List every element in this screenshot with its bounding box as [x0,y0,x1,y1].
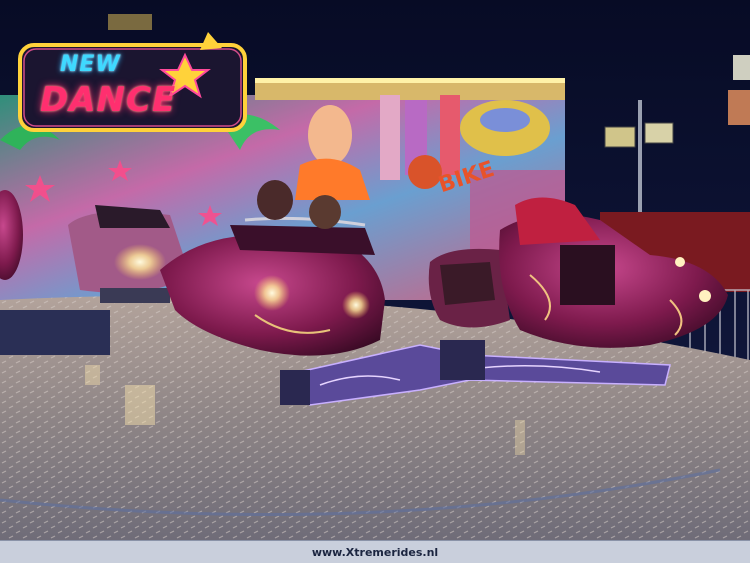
platform-steps [0,310,110,355]
watermark-text: www.Xtremerides.nl [311,546,439,559]
ride-car-middle [428,248,510,328]
sign-new-text: NEW [60,52,121,77]
fairground-ride-photo: NEW DANCE BIKE www.Xtremerides.nl [0,0,750,563]
sign-dance-text: DANCE [40,80,177,120]
watermark-bar: www.Xtremerides.nl [0,540,750,563]
